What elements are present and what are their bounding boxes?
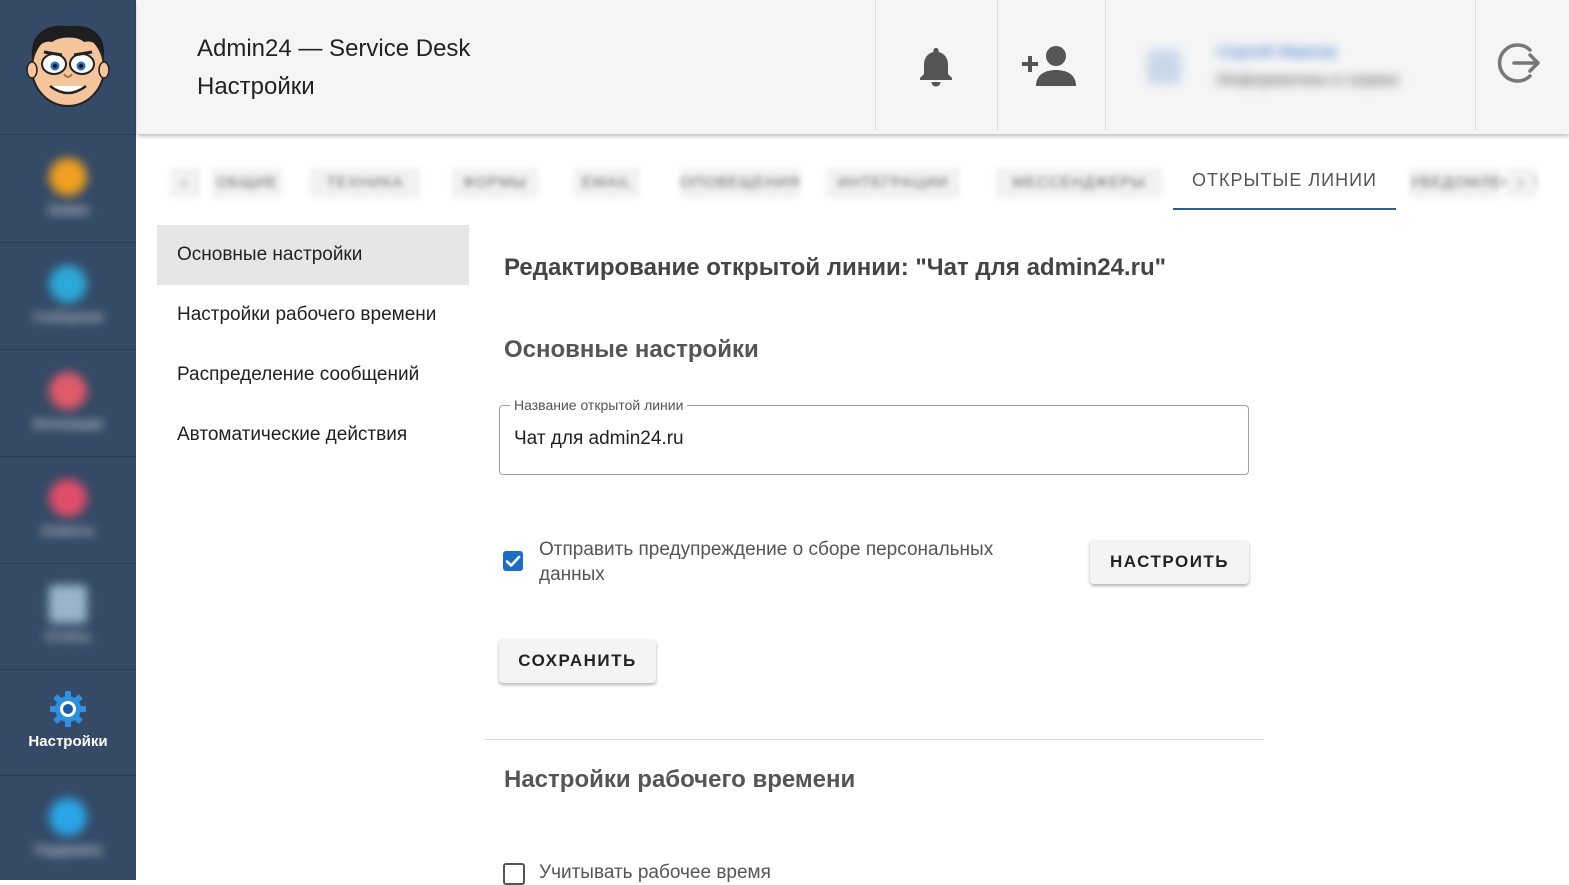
tab-email[interactable]: EMAIL <box>574 168 640 198</box>
tickets-icon <box>49 158 87 196</box>
sidebar: Заявки Сообщения Интеграции Клиенты Отчё… <box>0 0 136 880</box>
settings-tabs: ‹ ОБЩИЕ ТЕХНИКА ФОРМЫ EMAIL ОПОВЕЩЕНИЯ И… <box>170 160 1540 210</box>
sidebar-item-label: Заявки <box>47 202 89 217</box>
personal-data-checkbox-label: Отправить предупреждение о сборе персона… <box>539 539 994 585</box>
sidebar-item-label: Клиенты <box>41 523 95 538</box>
support-icon <box>49 798 87 836</box>
worktime-checkbox-label: Учитывать рабочее время <box>539 862 771 883</box>
settings-submenu: Основные настройки Настройки рабочего вр… <box>157 225 469 465</box>
tabs-scroll-left[interactable]: ‹ <box>170 168 200 198</box>
avatar-logo-icon <box>26 25 110 107</box>
tab-hardware[interactable]: ТЕХНИКА <box>310 168 420 198</box>
integrations-icon <box>49 372 87 410</box>
submenu-item-worktime[interactable]: Настройки рабочего времени <box>157 285 469 345</box>
logout-icon <box>1497 43 1540 83</box>
section-worktime-title: Настройки рабочего времени <box>504 766 856 793</box>
sidebar-item-reports[interactable]: Отчёты <box>0 563 136 670</box>
worktime-checkbox[interactable] <box>503 863 525 885</box>
sidebar-item-label: Настройки <box>28 733 108 750</box>
user-profile[interactable]: Сергей Иванов Информатика и сервис <box>1147 38 1477 98</box>
logo[interactable] <box>0 0 136 135</box>
sidebar-item-settings[interactable]: Настройки <box>0 669 136 776</box>
sidebar-item-label: Сообщения <box>32 309 104 324</box>
section-divider <box>484 739 1264 740</box>
header-divider <box>1105 0 1106 130</box>
tab-open-lines[interactable]: ОТКРЫТЫЕ ЛИНИИ <box>1173 160 1396 210</box>
tab-notifications[interactable]: УВЕДОМЛЕНИЯ <box>1410 168 1536 198</box>
field-value: Чат для admin24.ru <box>514 428 684 449</box>
add-user-button[interactable] <box>998 0 1105 134</box>
check-icon <box>505 555 521 567</box>
sidebar-item-integrations[interactable]: Интеграции <box>0 350 136 457</box>
field-label: Название открытой линии <box>510 397 688 413</box>
tab-forms[interactable]: ФОРМЫ <box>452 168 538 198</box>
tab-general[interactable]: ОБЩИЕ <box>212 168 282 198</box>
top-header: Admin24 — Service Desk Настройки Сергей … <box>137 0 1569 134</box>
sidebar-item-messages[interactable]: Сообщения <box>0 243 136 350</box>
configure-button[interactable]: НАСТРОИТЬ <box>1090 540 1249 584</box>
notifications-button[interactable] <box>876 0 997 134</box>
edit-title: Редактирование открытой линии: "Чат для … <box>504 254 1166 281</box>
submenu-item-distribution[interactable]: Распределение сообщений <box>157 345 469 405</box>
open-line-name-field[interactable]: Название открытой линии Чат для admin24.… <box>499 397 1249 475</box>
logout-button[interactable] <box>1476 0 1569 134</box>
submenu-item-auto-actions[interactable]: Автоматические действия <box>157 405 469 465</box>
user-role: Информатика и сервис <box>1217 70 1401 89</box>
app-title: Admin24 — Service Desk <box>197 35 471 62</box>
sidebar-item-label: Отчёты <box>45 629 91 644</box>
sidebar-item-clients[interactable]: Клиенты <box>0 457 136 564</box>
user-name: Сергей Иванов <box>1217 42 1337 61</box>
tabs-scroll-right[interactable]: › <box>1506 168 1536 198</box>
personal-data-checkbox[interactable] <box>503 551 523 571</box>
add-user-icon <box>1022 46 1076 86</box>
sidebar-item-tickets[interactable]: Заявки <box>0 136 136 243</box>
sidebar-item-label: Поддержка <box>34 842 102 857</box>
sidebar-item-support[interactable]: Поддержка <box>0 776 136 882</box>
reports-icon <box>49 585 87 623</box>
gear-icon <box>50 691 86 727</box>
chat-icon <box>49 265 87 303</box>
app-title-block: Admin24 — Service Desk Настройки <box>197 30 470 106</box>
clients-icon <box>49 479 87 517</box>
save-button[interactable]: СОХРАНИТЬ <box>499 639 656 683</box>
tab-integrations[interactable]: ИНТЕГРАЦИИ <box>826 168 960 198</box>
tab-messengers[interactable]: МЕССЕНДЖЕРЫ <box>996 168 1162 198</box>
user-avatar <box>1147 50 1181 84</box>
submenu-item-basic[interactable]: Основные настройки <box>157 225 469 285</box>
sidebar-item-label: Интеграции <box>32 416 104 431</box>
tab-alerts[interactable]: ОПОВЕЩЕНИЯ <box>680 168 800 198</box>
section-basic-title: Основные настройки <box>504 336 759 363</box>
bell-icon <box>920 48 952 87</box>
page-title: Настройки <box>197 73 315 100</box>
